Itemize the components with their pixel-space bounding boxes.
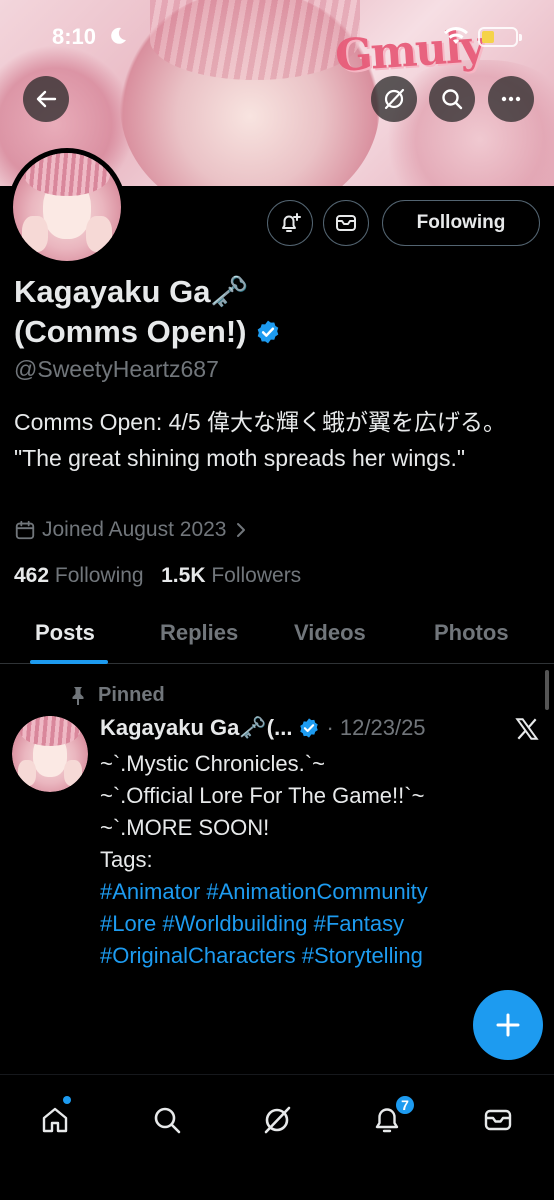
grok-button[interactable] xyxy=(371,76,417,122)
tab-posts[interactable]: Posts xyxy=(35,620,95,646)
nav-grok[interactable] xyxy=(260,1103,294,1137)
joined-text: Joined August 2023 xyxy=(42,518,227,541)
message-button[interactable] xyxy=(323,200,369,246)
following-button[interactable]: Following xyxy=(382,200,540,246)
profile-stats: 462 Following 1.5K Followers xyxy=(14,564,301,588)
notification-badge: 7 xyxy=(394,1094,416,1116)
wifi-icon xyxy=(444,27,468,44)
status-bar: 8:10 xyxy=(0,18,554,58)
nav-search[interactable] xyxy=(150,1103,184,1137)
moon-icon xyxy=(111,27,126,44)
followers-label: Followers xyxy=(211,564,302,587)
bell-plus-icon xyxy=(282,213,301,232)
scrollbar[interactable] xyxy=(545,670,549,710)
post-author[interactable]: Kagayaku Ga🗝️(... xyxy=(100,715,292,741)
nav-home[interactable] xyxy=(38,1103,72,1137)
post-line: ~`.Official Lore For The Game!!`~ xyxy=(100,783,425,808)
profile-name-line1: Kagayaku Ga🗝️ xyxy=(14,274,250,309)
profile-tabs: Posts Replies Videos Photos xyxy=(0,612,554,664)
back-button[interactable] xyxy=(23,76,69,122)
hashtag-line[interactable]: #OriginalCharacters #Storytelling xyxy=(100,940,500,972)
more-icon xyxy=(501,96,521,102)
post-line: Tags: xyxy=(100,847,153,872)
compose-button[interactable] xyxy=(473,990,543,1060)
profile-name-line2: (Comms Open!) xyxy=(14,314,247,349)
joined-date[interactable]: Joined August 2023 xyxy=(14,518,249,542)
notify-button[interactable] xyxy=(267,200,313,246)
verified-badge-icon xyxy=(300,718,319,738)
post-date[interactable]: · 12/23/25 xyxy=(326,715,425,741)
post-header: Kagayaku Ga🗝️(... · 12/23/25 xyxy=(100,715,426,741)
hashtag-line[interactable]: #Animator #AnimationCommunity xyxy=(100,876,500,908)
hashtag-line[interactable]: #Lore #Worldbuilding #Fantasy xyxy=(100,908,500,940)
pinned-text: Pinned xyxy=(98,684,165,706)
x-logo-icon[interactable] xyxy=(514,716,540,742)
profile-avatar[interactable] xyxy=(8,148,126,266)
tab-replies[interactable]: Replies xyxy=(160,620,238,646)
tab-videos[interactable]: Videos xyxy=(294,620,366,646)
search-icon xyxy=(442,89,463,110)
mail-icon xyxy=(484,1109,512,1131)
followers-count: 1.5K xyxy=(161,564,206,587)
arrow-left-icon xyxy=(36,90,57,108)
plus-icon xyxy=(496,1013,520,1037)
post-line: ~`.Mystic Chronicles.`~ xyxy=(100,751,325,776)
grok-icon xyxy=(384,88,405,110)
profile-handle: @SweetyHeartz687 xyxy=(14,356,219,382)
search-icon xyxy=(154,1107,181,1134)
pin-icon xyxy=(72,686,84,705)
search-button[interactable] xyxy=(429,76,475,122)
nav-messages[interactable] xyxy=(481,1103,515,1137)
calendar-icon xyxy=(15,520,35,540)
mail-icon xyxy=(336,215,356,231)
chevron-right-icon xyxy=(236,523,245,537)
following-stat[interactable]: 462 Following xyxy=(14,564,144,587)
grok-icon xyxy=(264,1106,291,1134)
active-tab-indicator xyxy=(30,660,108,664)
home-unread-dot xyxy=(63,1096,71,1104)
status-time: 8:10 xyxy=(52,24,97,49)
followers-stat[interactable]: 1.5K Followers xyxy=(161,564,301,587)
verified-badge-icon[interactable] xyxy=(255,319,281,345)
profile-name: Kagayaku Ga🗝️ (Comms Open!) xyxy=(14,272,414,352)
more-button[interactable] xyxy=(488,76,534,122)
post-avatar[interactable] xyxy=(12,716,88,792)
tab-photos[interactable]: Photos xyxy=(434,620,509,646)
following-count: 462 xyxy=(14,564,50,587)
pinned-label: Pinned xyxy=(70,684,165,707)
battery-icon xyxy=(478,27,522,47)
profile-bio: Comms Open: 4/5 偉大な輝く蛾が翼を広げる。 "The great… xyxy=(14,409,507,471)
home-icon xyxy=(42,1107,68,1133)
post-line: ~`.MORE SOON! xyxy=(100,815,270,840)
post-body[interactable]: ~`.Mystic Chronicles.`~ ~`.Official Lore… xyxy=(100,748,500,972)
bottom-nav xyxy=(0,1074,554,1200)
following-label: Following xyxy=(54,564,144,587)
